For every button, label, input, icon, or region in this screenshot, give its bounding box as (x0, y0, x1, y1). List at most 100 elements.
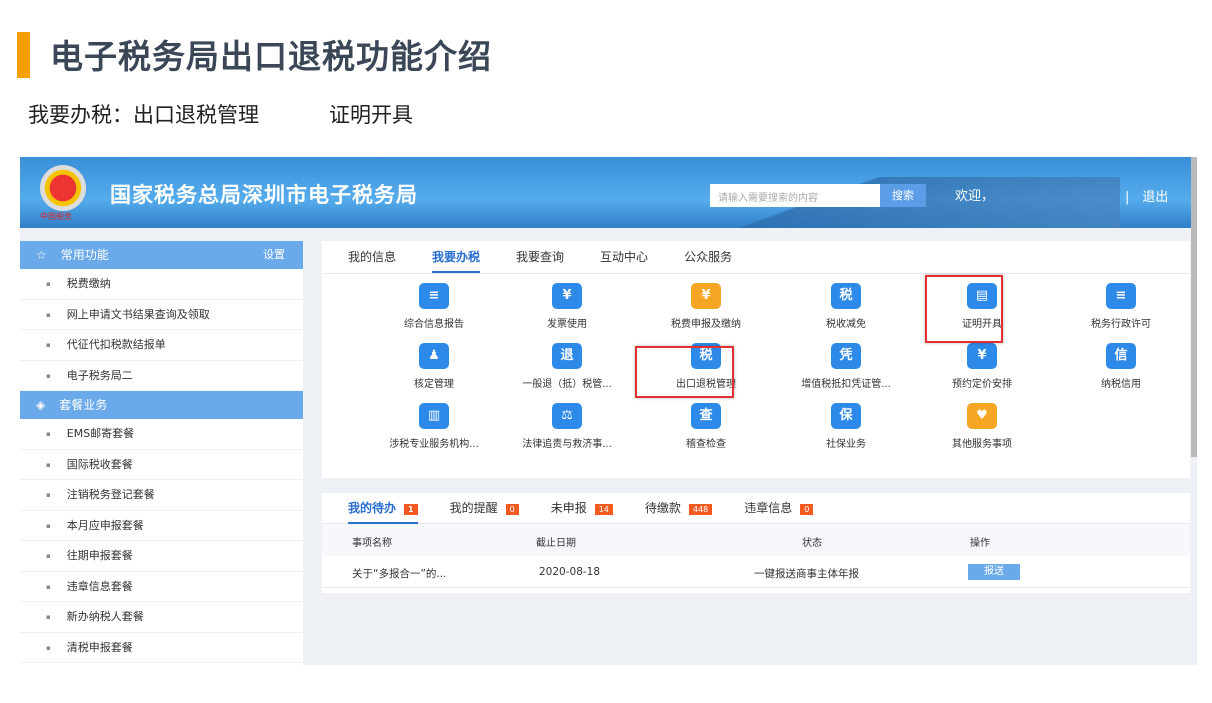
service-icon: 保 (831, 403, 861, 429)
subtitle-path: 我要办税：出口退税管理 (28, 103, 259, 127)
service-item[interactable]: ▥涉税专业服务机构... (364, 403, 504, 450)
row-name[interactable]: 关于“多报合一”的... (352, 566, 446, 581)
todo-panel: 我的待办 1 我的提醒0 未申报 14 待缴款 448 违章信息0 事项名称 截止日期 状态 … (322, 493, 1190, 593)
scrollbar[interactable] (1191, 157, 1197, 457)
sidebar: ☆常用功能设置税费缴纳网上申请文书结果查询及领取代征代扣税款结报单电子税务局二◈… (20, 241, 303, 665)
service-label: 发票使用 (497, 315, 637, 330)
tab-4[interactable]: 公众服务 (684, 241, 732, 273)
service-icon: 信 (1106, 343, 1136, 369)
search-input[interactable]: 请输入需要搜索的内容 (710, 184, 880, 207)
tab-2[interactable]: 我要查询 (516, 241, 564, 273)
service-label: 一般退（抵）税管... (497, 375, 637, 390)
todo-table-header: 事项名称 截止日期 状态 操作 (322, 524, 1190, 556)
service-label: 其他服务事项 (912, 435, 1052, 450)
service-label: 稽查检查 (636, 435, 776, 450)
todo-tab-1[interactable]: 我的提醒0 (450, 493, 519, 524)
service-label: 综合信息报告 (364, 315, 504, 330)
service-item[interactable]: 退一般退（抵）税管... (497, 343, 637, 390)
main-panel: 我的信息 我要办税 我要查询 互动中心 公众服务 ≡ 综合信息报告 ¥ 发票使用 ¥ 税费申报及缴… (322, 241, 1190, 478)
highlight-box-certificate (925, 275, 1003, 343)
service-item[interactable]: ♥ 其他服务事项 (912, 403, 1052, 450)
todo-tab-label: 未申报 (551, 501, 587, 515)
sidebar-item[interactable]: 往期申报套餐 (20, 541, 303, 572)
tab-0[interactable]: 我的信息 (348, 241, 396, 273)
site-header: 中国税务 国家税务总局深圳市电子税务局 请输入需要搜索的内容 搜索 欢迎， | … (20, 157, 1197, 228)
sidebar-item[interactable]: 电子税务局二 (20, 361, 303, 392)
service-item[interactable]: 保社保业务 (776, 403, 916, 450)
main-tabs: 我的信息 我要办税 我要查询 互动中心 公众服务 (322, 241, 1190, 274)
section-title: 常用功能 (61, 248, 109, 262)
sidebar-item[interactable]: 清税申报套餐 (20, 633, 303, 664)
col-status: 状态 (802, 534, 822, 549)
count-badge: 1 (404, 504, 418, 515)
search-button[interactable]: 搜索 (880, 184, 926, 207)
service-icon: ♥ (967, 403, 997, 429)
logo-text: 中国税务 (40, 211, 72, 222)
col-name: 事项名称 (352, 534, 392, 549)
service-icon: ⚖ (552, 403, 582, 429)
sidebar-item[interactable]: 税费缴纳 (20, 269, 303, 300)
count-badge: 14 (595, 504, 613, 515)
star-icon: ☆ (36, 248, 47, 262)
todo-tabs: 我的待办 1 我的提醒0 未申报 14 待缴款 448 违章信息0 (322, 493, 1190, 524)
sidebar-item[interactable]: 代征代扣税款结报单 (20, 330, 303, 361)
todo-tab-label: 待缴款 (645, 501, 681, 515)
service-label: 税务行政许可 (1051, 315, 1191, 330)
sidebar-item[interactable]: 违章信息套餐 (20, 572, 303, 603)
sidebar-item[interactable]: 新办纳税人套餐 (20, 602, 303, 633)
service-icon: ≡ (419, 283, 449, 309)
service-label: 法律追责与救济事... (497, 435, 637, 450)
sidebar-item[interactable]: 本月应申报套餐 (20, 511, 303, 542)
service-icon: ¥ (691, 283, 721, 309)
service-icon: ¥ (967, 343, 997, 369)
sidebar-item[interactable]: 国际税收套餐 (20, 450, 303, 481)
service-item[interactable]: ¥ 发票使用 (497, 283, 637, 330)
service-item[interactable]: ¥预约定价安排 (912, 343, 1052, 390)
tab-3[interactable]: 互动中心 (600, 241, 648, 273)
sidebar-item[interactable]: EMS邮寄套餐 (20, 419, 303, 450)
count-badge: 448 (689, 504, 712, 515)
todo-tab-label: 违章信息 (744, 501, 792, 515)
subtitle-item: 证明开具 (329, 103, 413, 127)
service-item[interactable]: 信纳税信用 (1051, 343, 1191, 390)
tab-1[interactable]: 我要办税 (432, 241, 480, 273)
logout-link[interactable]: | 退出 (1125, 186, 1168, 205)
service-icon: 税 (831, 283, 861, 309)
tax-emblem-logo (40, 165, 86, 211)
col-deadline: 截止日期 (536, 534, 576, 549)
todo-tab-label: 我的提醒 (450, 501, 498, 515)
service-icon: ¥ (552, 283, 582, 309)
todo-tab-4[interactable]: 违章信息0 (744, 493, 813, 524)
site-name: 国家税务总局深圳市电子税务局 (110, 179, 418, 209)
service-item[interactable]: 凭增值税抵扣凭证管... (776, 343, 916, 390)
sidebar-section-header[interactable]: ☆ 常用功能 设置 (20, 241, 303, 269)
sidebar-item[interactable]: 注销税务登记套餐 (20, 480, 303, 511)
table-row: 关于“多报合一”的... 2020-08-18 一键报送商事主体年报 报送 (322, 556, 1190, 588)
sidebar-item[interactable]: 网上申请文书结果查询及领取 (20, 300, 303, 331)
todo-tab-label: 我的待办 (348, 501, 396, 515)
service-label: 税费申报及缴纳 (636, 315, 776, 330)
settings-link[interactable]: 设置 (263, 241, 285, 269)
service-item[interactable]: ♟核定管理 (364, 343, 504, 390)
layers-icon: ◈ (36, 398, 45, 412)
section-title: 套餐业务 (59, 398, 107, 412)
service-item[interactable]: 税税收减免 (776, 283, 916, 330)
title-accent-bar (17, 32, 30, 78)
service-item[interactable]: ⚖ 法律追责与救济事... (497, 403, 637, 450)
service-item[interactable]: ≡ 税务行政许可 (1051, 283, 1191, 330)
todo-tab-3[interactable]: 待缴款 448 (645, 493, 712, 524)
send-button[interactable]: 报送 (968, 564, 1020, 580)
sidebar-section-header[interactable]: ◈ 套餐业务 (20, 391, 303, 419)
service-icon: 退 (552, 343, 582, 369)
tax-bureau-screenshot: 中国税务 国家税务总局深圳市电子税务局 请输入需要搜索的内容 搜索 欢迎， | … (20, 157, 1197, 665)
page-title: 电子税务局出口退税功能介绍 (50, 30, 492, 78)
highlight-box-export-refund (635, 346, 734, 398)
service-item[interactable]: 查稽查检查 (636, 403, 776, 450)
service-label: 增值税抵扣凭证管... (776, 375, 916, 390)
service-item[interactable]: ≡ 综合信息报告 (364, 283, 504, 330)
todo-tab-0[interactable]: 我的待办 1 (348, 493, 418, 524)
todo-tab-2[interactable]: 未申报 14 (551, 493, 613, 524)
service-icon: ▥ (419, 403, 449, 429)
service-item[interactable]: ¥ 税费申报及缴纳 (636, 283, 776, 330)
service-icon: ≡ (1106, 283, 1136, 309)
